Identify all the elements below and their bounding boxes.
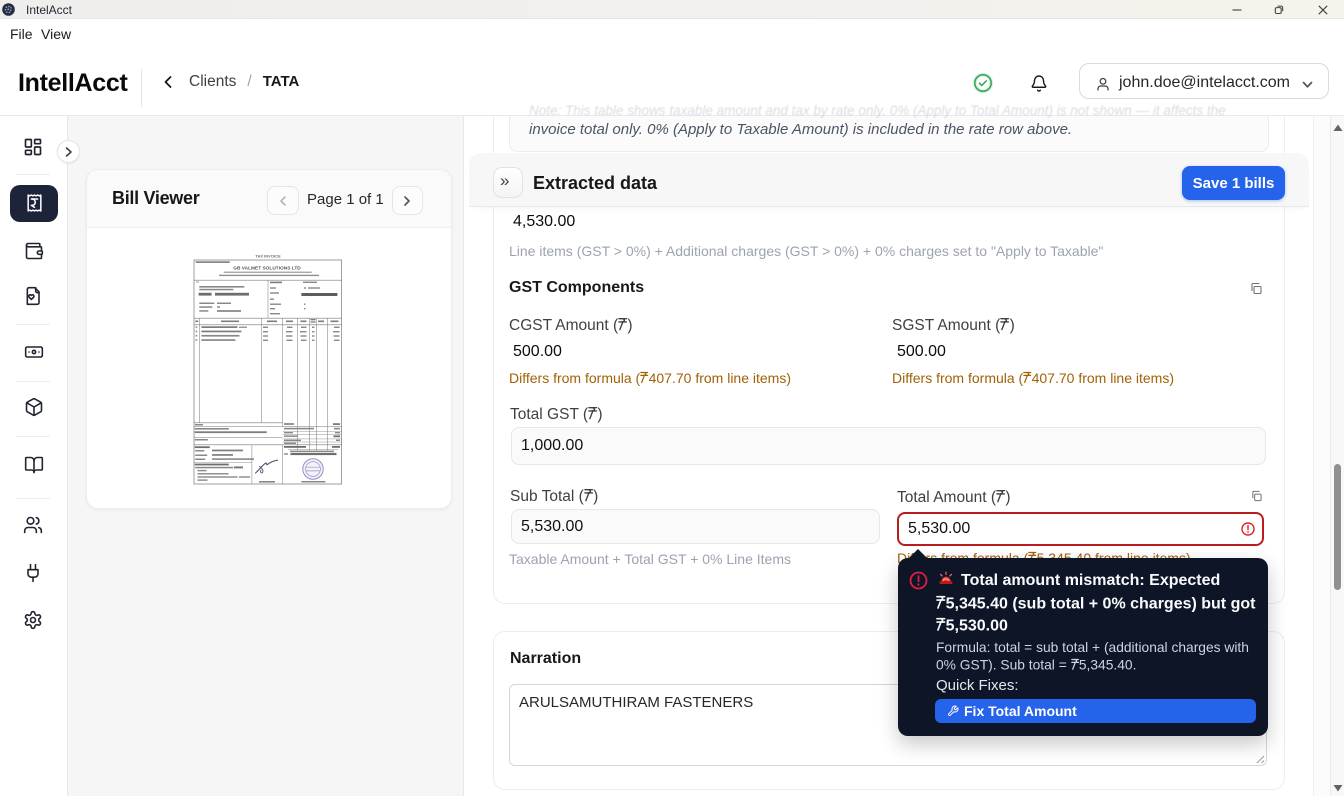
svg-text:GB VALMET SOLUTIONS LTD: GB VALMET SOLUTIONS LTD — [233, 265, 301, 271]
svg-text:TAX INVOICE: TAX INVOICE — [255, 254, 281, 259]
